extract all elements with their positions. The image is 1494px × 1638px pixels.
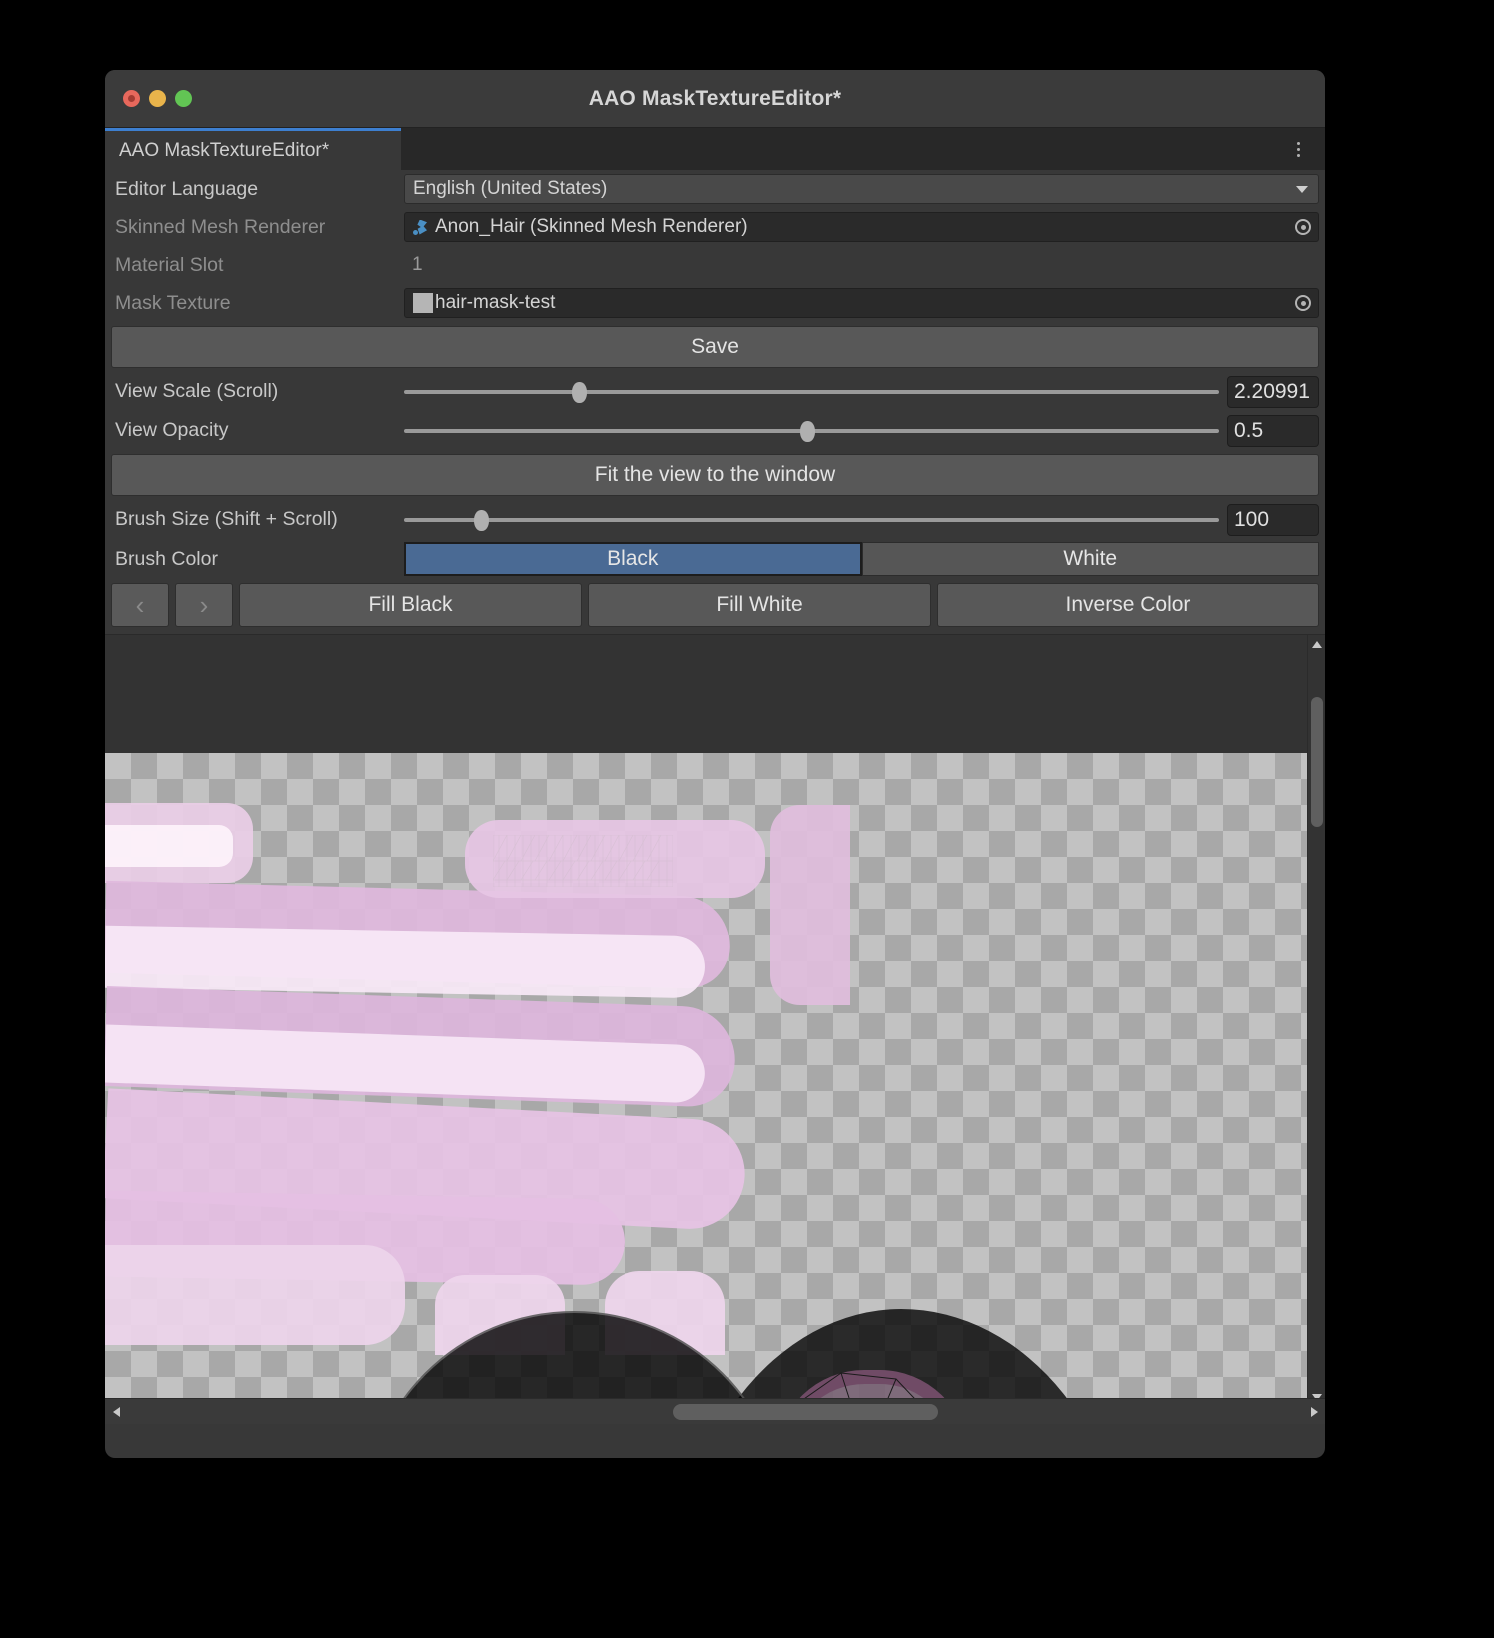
row-brush-size: Brush Size (Shift + Scroll) 100 xyxy=(105,500,1325,539)
fill-white-label: Fill White xyxy=(716,593,803,616)
save-button-label: Save xyxy=(691,335,739,358)
undo-button[interactable]: ‹ xyxy=(111,583,169,627)
mask-texture-value: hair-mask-test xyxy=(435,292,556,313)
horizontal-scrollbar[interactable] xyxy=(105,1398,1325,1424)
skinned-mesh-renderer-icon xyxy=(413,219,430,236)
row-view-scale: View Scale (Scroll) 2.20991 xyxy=(105,372,1325,411)
row-editor-language: Editor Language English (United States) xyxy=(105,170,1325,208)
brush-size-input[interactable]: 100 xyxy=(1227,503,1319,536)
brush-size-track xyxy=(404,517,1219,522)
vertical-scroll-thumb[interactable] xyxy=(1311,697,1323,827)
texture-thumbnail-icon xyxy=(413,293,433,313)
editor-language-dropdown[interactable]: English (United States) xyxy=(404,174,1319,204)
label-brush-size: Brush Size (Shift + Scroll) xyxy=(115,508,338,530)
label-mask-texture: Mask Texture xyxy=(115,291,231,314)
mask-texture-object-field[interactable]: hair-mask-test xyxy=(404,288,1319,318)
view-scale-slider[interactable] xyxy=(404,377,1219,407)
label-editor-language: Editor Language xyxy=(115,177,259,200)
view-scale-input[interactable]: 2.20991 xyxy=(1227,375,1319,408)
brush-color-black-option[interactable]: Black xyxy=(404,542,862,576)
label-skinned-mesh-renderer: Skinned Mesh Renderer xyxy=(115,215,326,238)
fill-black-button[interactable]: Fill Black xyxy=(239,583,582,627)
texture-viewport[interactable] xyxy=(105,635,1307,1424)
tab-strip: AAO MaskTextureEditor* xyxy=(105,128,1325,170)
vertical-scrollbar[interactable] xyxy=(1307,635,1325,1406)
hair-strand xyxy=(105,1245,405,1345)
view-scale-knob[interactable] xyxy=(572,381,588,403)
brush-color-black-label: Black xyxy=(607,547,659,570)
fill-black-label: Fill Black xyxy=(368,593,453,616)
brush-size-slider[interactable] xyxy=(404,505,1219,535)
fill-white-button[interactable]: Fill White xyxy=(588,583,931,627)
hair-strand xyxy=(105,925,706,999)
inspector-panel: Editor Language English (United States) … xyxy=(105,170,1325,634)
tab-label: AAO MaskTextureEditor* xyxy=(119,139,330,161)
chevron-right-icon: › xyxy=(199,589,209,620)
brush-color-white-option[interactable]: White xyxy=(861,542,1319,576)
chevron-down-icon xyxy=(1296,186,1308,193)
editor-language-value: English (United States) xyxy=(413,178,608,199)
chevron-left-icon: ‹ xyxy=(135,589,145,620)
view-scale-track xyxy=(404,389,1219,394)
row-skinned-mesh-renderer: Skinned Mesh Renderer Anon_Hair (Skinned… xyxy=(105,208,1325,246)
scroll-left-arrow-icon[interactable] xyxy=(105,1406,127,1417)
hair-strand xyxy=(770,805,850,1005)
texture-picker-icon[interactable] xyxy=(1295,295,1311,311)
scroll-up-arrow-icon[interactable] xyxy=(1308,635,1325,653)
save-button[interactable]: Save xyxy=(111,326,1319,368)
brush-color-white-label: White xyxy=(1063,547,1118,570)
label-brush-color: Brush Color xyxy=(115,547,218,570)
horizontal-scroll-thumb[interactable] xyxy=(673,1404,938,1420)
close-window-icon[interactable] xyxy=(123,90,140,107)
object-picker-icon[interactable] xyxy=(1295,219,1311,235)
row-mask-texture: Mask Texture hair-mask-test xyxy=(105,284,1325,322)
editor-window: AAO MaskTextureEditor* AAO MaskTextureEd… xyxy=(105,70,1325,1458)
kebab-menu-icon[interactable] xyxy=(1287,128,1309,170)
hair-strand xyxy=(105,825,233,867)
row-view-opacity: View Opacity 0.5 xyxy=(105,411,1325,450)
row-fill-actions: ‹ › Fill Black Fill White Inverse Color xyxy=(105,579,1325,634)
uv-dense-strip xyxy=(493,835,673,887)
brush-color-toggle-group: Black White xyxy=(404,542,1319,576)
skinned-mesh-renderer-object-field[interactable]: Anon_Hair (Skinned Mesh Renderer) xyxy=(404,212,1319,242)
fit-view-button[interactable]: Fit the view to the window xyxy=(111,454,1319,496)
label-view-scale: View Scale (Scroll) xyxy=(115,380,279,402)
window-title: AAO MaskTextureEditor* xyxy=(588,86,842,110)
window-titlebar: AAO MaskTextureEditor* xyxy=(105,70,1325,128)
fit-view-button-label: Fit the view to the window xyxy=(594,463,836,486)
inverse-color-label: Inverse Color xyxy=(1065,593,1191,616)
maximize-window-icon[interactable] xyxy=(175,90,192,107)
row-brush-color: Brush Color Black White xyxy=(105,539,1325,579)
tab-aao-masktextureeditor[interactable]: AAO MaskTextureEditor* xyxy=(105,128,401,170)
minimize-window-icon[interactable] xyxy=(149,90,166,107)
scroll-right-arrow-icon[interactable] xyxy=(1303,1399,1325,1424)
label-view-opacity: View Opacity xyxy=(115,419,229,441)
view-opacity-input[interactable]: 0.5 xyxy=(1227,414,1319,447)
mask-canvas-area[interactable] xyxy=(105,634,1325,1424)
skinned-mesh-renderer-value: Anon_Hair (Skinned Mesh Renderer) xyxy=(435,216,748,237)
inverse-color-button[interactable]: Inverse Color xyxy=(937,583,1319,627)
label-material-slot: Material Slot xyxy=(115,253,224,276)
row-material-slot: Material Slot 1 xyxy=(105,246,1325,284)
redo-button[interactable]: › xyxy=(175,583,233,627)
traffic-light-group xyxy=(123,90,192,107)
brush-size-knob[interactable] xyxy=(474,509,490,531)
view-opacity-knob[interactable] xyxy=(800,420,816,442)
view-opacity-slider[interactable] xyxy=(404,416,1219,446)
material-slot-value: 1 xyxy=(412,254,423,275)
